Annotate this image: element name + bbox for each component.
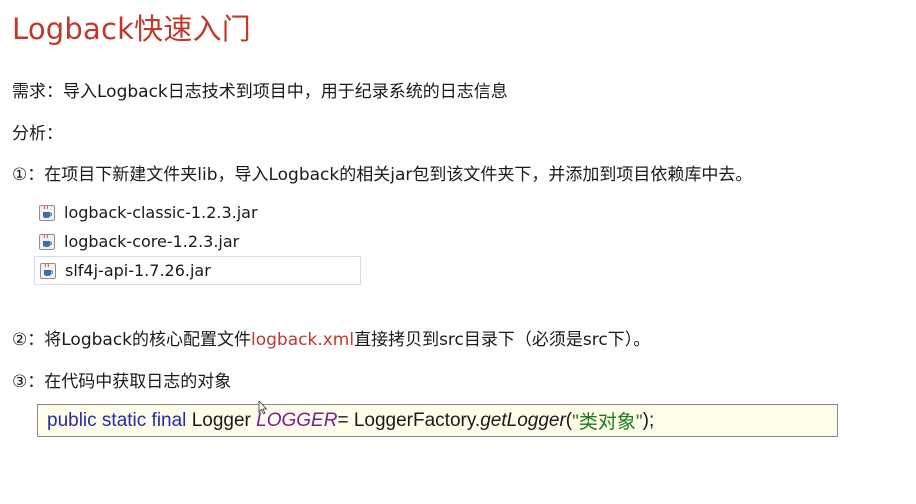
step-3: ③：在代码中获取日志的对象 [12, 367, 231, 392]
step-2-after: 直接拷贝到src目录下（必须是src下）。 [354, 330, 651, 350]
code-type: Logger [191, 409, 251, 431]
file-item-slf4j-api[interactable]: slf4j-api-1.7.26.jar [34, 256, 361, 285]
step-3-marker: ③： [12, 372, 45, 392]
requirement-line: 需求：导入Logback日志技术到项目中，用于纪录系统的日志信息 [12, 77, 508, 102]
code-string: "类对象" [572, 412, 643, 433]
file-item-logback-classic[interactable]: logback-classic-1.2.3.jar [34, 198, 361, 227]
page-title: Logback快速入门 [12, 12, 251, 46]
jar-file-icon [39, 262, 57, 280]
analysis-label: 分析： [12, 124, 63, 144]
code-constant: LOGGER [256, 409, 338, 431]
step-3-text: 在代码中获取日志的对象 [44, 372, 232, 392]
code-close: ); [642, 409, 655, 431]
step-2-before: 将Logback的核心配置文件 [44, 330, 252, 350]
jar-file-icon [38, 204, 56, 222]
mouse-cursor-icon [258, 401, 268, 415]
code-snippet: public static final Logger LOGGER = Logg… [37, 404, 838, 437]
step-2: ②：将Logback的核心配置文件logback.xml直接拷贝到src目录下（… [12, 325, 650, 350]
step-1: ①：在项目下新建文件夹lib，导入Logback的相关jar包到该文件夹下，并添… [12, 160, 752, 185]
requirement-text: 导入Logback日志技术到项目中，用于纪录系统的日志信息 [63, 82, 508, 102]
step-1-marker: ①： [12, 165, 45, 185]
config-file-name: logback.xml [251, 330, 355, 350]
file-name: slf4j-api-1.7.26.jar [65, 261, 211, 280]
step-1-text: 在项目下新建文件夹lib，导入Logback的相关jar包到该文件夹下，并添加到… [44, 165, 753, 185]
jar-file-icon [38, 233, 56, 251]
requirement-prefix: 需求： [12, 82, 63, 102]
file-name: logback-core-1.2.3.jar [64, 232, 240, 251]
code-keywords: public static final [47, 409, 187, 431]
code-assign: = LoggerFactory. [337, 409, 481, 431]
code-method: getLogger [480, 409, 566, 431]
file-name: logback-classic-1.2.3.jar [64, 203, 258, 222]
file-item-logback-core[interactable]: logback-core-1.2.3.jar [34, 227, 361, 256]
step-2-marker: ②： [12, 330, 45, 350]
jar-file-list: logback-classic-1.2.3.jar logback-core-1… [34, 198, 361, 285]
